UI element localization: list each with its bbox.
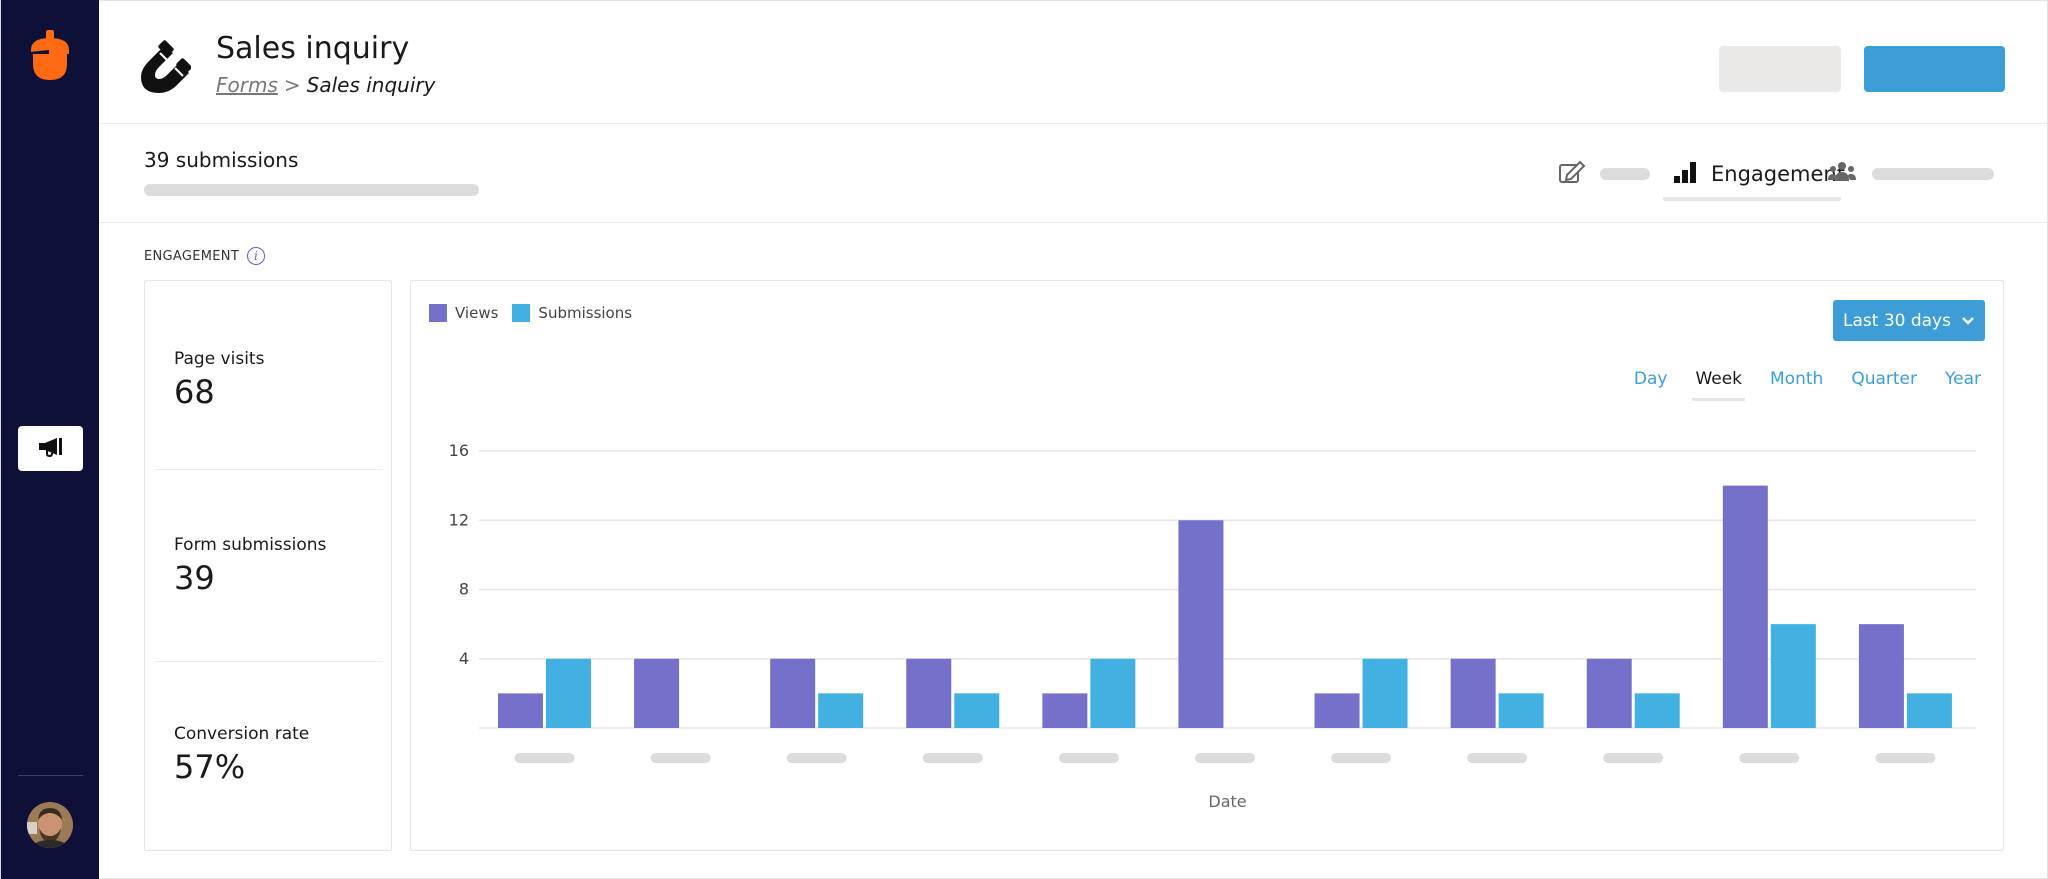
sidebar-divider [18,775,83,776]
x-tick-label-placeholder [1875,753,1936,763]
chart-y-ticks: 4 8 12 16 [449,441,469,668]
magnet-icon [133,37,192,97]
page-header: Sales inquiry Forms > Sales inquiry [99,1,2047,124]
stats-card: Page visits 68 Form submissions 39 Conve… [144,280,392,851]
bar-views[interactable] [1722,485,1768,728]
section-title: ENGAGEMENT [144,248,240,264]
primary-action-button[interactable] [1864,46,2005,92]
bar-chart-icon [1673,160,1697,188]
loading-placeholder [144,184,479,196]
stat-value: 68 [174,373,215,411]
bar-chart: 4 8 12 16 Date [449,441,1976,811]
stat-divider [155,661,383,662]
x-tick-label-placeholder [922,753,983,763]
bar-submissions[interactable] [1362,658,1408,728]
breadcrumb-forms-link[interactable]: Forms [216,73,278,97]
tab-engagement-label: Engagement [1711,162,1845,186]
stat-label: Form submissions [174,535,327,555]
app: Sales inquiry Forms > Sales inquiry 39 sub… [0,0,2048,879]
stat-divider [155,469,383,470]
engagement-chart-card: Views Submissions Last 30 days Day Week … [410,280,2004,851]
bar-views[interactable] [498,693,543,728]
bar-submissions[interactable] [1090,658,1136,728]
bar-views[interactable] [770,658,816,728]
breadcrumb: Forms > Sales inquiry [216,73,435,97]
megaphone-icon [38,437,64,461]
breadcrumb-separator: > [283,73,301,97]
campaigns-nav-button[interactable] [18,426,83,471]
form-summary-bar: 39 submissions Engagement [99,124,2047,223]
active-tab-indicator [1663,197,1841,201]
bar-views[interactable] [1314,693,1360,728]
stat-page-visits: Page visits 68 [174,349,264,411]
chart-x-ticks [514,753,1936,763]
user-avatar[interactable] [27,802,73,848]
submissions-count: 39 submissions [144,148,299,172]
acorn-logo-icon[interactable] [27,28,73,84]
bar-views[interactable] [634,658,680,728]
tab-engagement[interactable]: Engagement [1673,154,1845,194]
sidebar [0,0,99,879]
stat-conversion-rate: Conversion rate 57% [174,724,309,786]
x-tick-label-placeholder [650,753,711,763]
stat-form-submissions: Form submissions 39 [174,535,326,597]
x-tick-label-placeholder [1739,753,1800,763]
page-title: Sales inquiry [216,31,410,66]
tab-people[interactable] [1828,154,1994,194]
y-tick-label: 8 [459,580,469,599]
bar-submissions[interactable] [1906,693,1952,728]
stat-value: 57% [174,748,246,786]
bar-submissions[interactable] [1498,693,1544,728]
x-tick-label-placeholder [1194,753,1255,763]
main-content: Sales inquiry Forms > Sales inquiry 39 sub… [99,0,2048,879]
users-icon [1828,161,1856,187]
edit-icon [1558,160,1586,188]
y-tick-label: 16 [449,441,469,460]
bar-views[interactable] [1858,624,1904,728]
secondary-action-button[interactable] [1719,46,1841,92]
x-tick-label-placeholder [1603,753,1664,763]
x-tick-label-placeholder [514,753,575,763]
bar-submissions[interactable] [818,693,864,728]
x-axis-label: Date [1208,792,1246,811]
tab-edit-label-placeholder [1600,168,1650,180]
tab-people-label-placeholder [1872,168,1994,180]
stat-label: Page visits [174,349,265,369]
bar-views[interactable] [1178,520,1224,728]
bar-views[interactable] [1586,658,1632,728]
y-tick-label: 4 [459,649,469,668]
bar-views[interactable] [906,658,952,728]
bar-submissions[interactable] [954,693,1000,728]
x-tick-label-placeholder [1467,753,1528,763]
chart-bars [498,485,1952,728]
bar-views[interactable] [1042,693,1088,728]
stat-label: Conversion rate [174,724,310,744]
bar-views[interactable] [1450,658,1496,728]
breadcrumb-current: Sales inquiry [306,73,436,97]
bar-submissions[interactable] [546,658,591,728]
y-tick-label: 12 [449,510,469,529]
bar-submissions[interactable] [1770,624,1816,728]
info-icon[interactable]: i [247,247,266,265]
x-tick-label-placeholder [1058,753,1119,763]
x-tick-label-placeholder [786,753,847,763]
bar-submissions[interactable] [1634,693,1680,728]
stat-value: 39 [174,559,215,597]
x-tick-label-placeholder [1331,753,1392,763]
engagement-section-header: ENGAGEMENT i [144,247,266,265]
tab-edit[interactable] [1558,154,1650,194]
